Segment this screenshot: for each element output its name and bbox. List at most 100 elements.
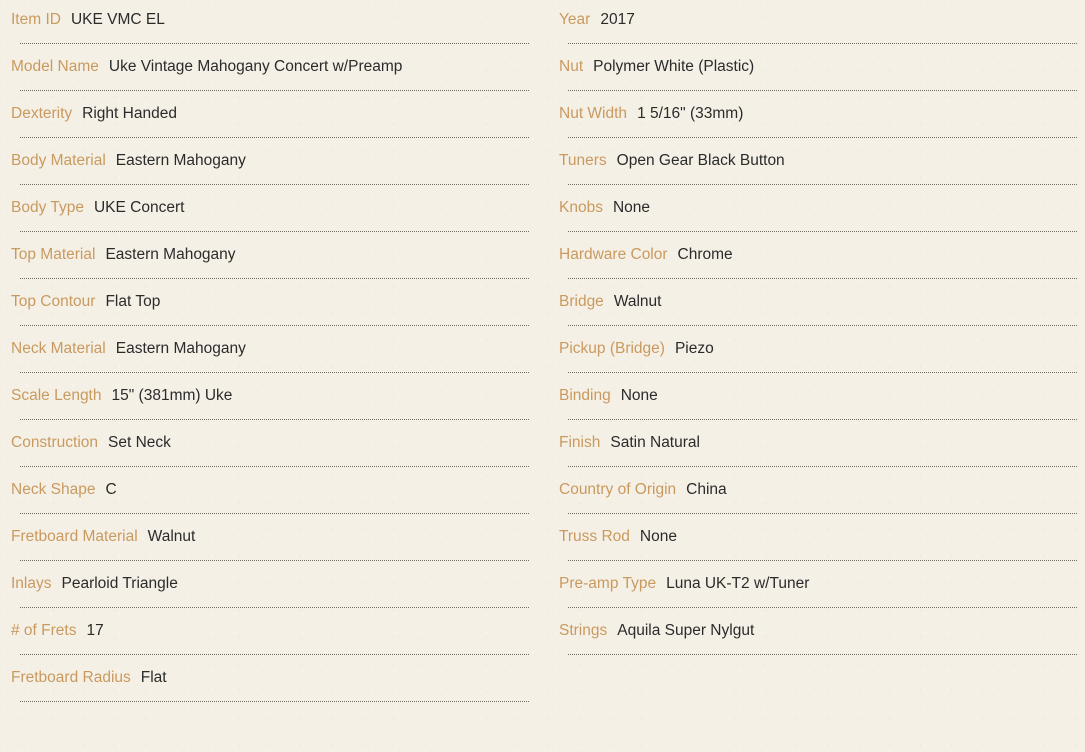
- spec-label: Dexterity: [11, 105, 73, 122]
- spec-divider: [20, 466, 529, 467]
- spec-value: Open Gear Black Button: [616, 152, 785, 169]
- spec-label: Fretboard Material: [11, 528, 138, 545]
- spec-value: Flat Top: [105, 293, 161, 310]
- spec-row: Strings Aquila Super Nylgut: [559, 611, 1077, 658]
- spec-divider: [568, 654, 1077, 655]
- spec-line: Inlays Pearloid Triangle: [11, 574, 178, 594]
- spec-line: Truss Rod None: [559, 527, 677, 547]
- spec-label: Scale Length: [11, 387, 102, 404]
- spec-value: 17: [86, 622, 104, 639]
- spec-value: 15" (381mm) Uke: [111, 387, 233, 404]
- spec-line: Body Material Eastern Mahogany: [11, 151, 246, 171]
- spec-value: Piezo: [674, 340, 714, 357]
- spec-line: Year 2017: [559, 10, 635, 30]
- spec-value: 2017: [600, 11, 635, 28]
- spec-divider: [568, 184, 1077, 185]
- spec-line: Hardware Color Chrome: [559, 245, 733, 265]
- spec-divider: [568, 419, 1077, 420]
- spec-value: None: [620, 387, 658, 404]
- spec-label: Construction: [11, 434, 99, 451]
- spec-divider: [568, 325, 1077, 326]
- spec-line: Strings Aquila Super Nylgut: [559, 621, 754, 641]
- spec-line: Nut Polymer White (Plastic): [559, 57, 754, 77]
- spec-label: Top Contour: [11, 293, 96, 310]
- spec-value: China: [686, 481, 727, 498]
- spec-row: Construction Set Neck: [11, 423, 529, 470]
- spec-label: Bridge: [559, 293, 604, 310]
- spec-divider: [20, 654, 529, 655]
- spec-value: Uke Vintage Mahogany Concert w/Preamp: [108, 58, 403, 75]
- spec-label: Model Name: [11, 58, 99, 75]
- spec-line: Neck Shape C: [11, 480, 117, 500]
- specs-left-column: Item ID UKE VMC EL Model Name Uke Vintage M…: [11, 0, 529, 705]
- spec-divider: [20, 372, 529, 373]
- spec-label: Neck Material: [11, 340, 106, 357]
- spec-label: Top Material: [11, 246, 96, 263]
- spec-divider: [20, 137, 529, 138]
- spec-line: Finish Satin Natural: [559, 433, 700, 453]
- spec-line: Scale Length 15" (381mm) Uke: [11, 386, 232, 406]
- spec-row: Top Contour Flat Top: [11, 282, 529, 329]
- spec-row: Nut Polymer White (Plastic): [559, 47, 1077, 94]
- spec-divider: [568, 137, 1077, 138]
- spec-row: Knobs None: [559, 188, 1077, 235]
- spec-value: Right Handed: [82, 105, 177, 122]
- spec-row: Neck Material Eastern Mahogany: [11, 329, 529, 376]
- spec-row: Bridge Walnut: [559, 282, 1077, 329]
- spec-row: Hardware Color Chrome: [559, 235, 1077, 282]
- spec-row: Inlays Pearloid Triangle: [11, 564, 529, 611]
- spec-line: Dexterity Right Handed: [11, 104, 177, 124]
- spec-divider: [20, 184, 529, 185]
- spec-label: Nut Width: [559, 105, 628, 122]
- spec-line: Fretboard Radius Flat: [11, 668, 167, 688]
- spec-label: Knobs: [559, 199, 603, 216]
- spec-value: None: [612, 199, 651, 216]
- spec-line: Nut Width 1 5/16" (33mm): [559, 104, 743, 124]
- spec-label: # of Frets: [11, 622, 77, 639]
- spec-line: Country of Origin China: [559, 480, 727, 500]
- product-specifications: Item ID UKE VMC EL Model Name Uke Vintage M…: [0, 0, 1085, 752]
- spec-divider: [568, 90, 1077, 91]
- spec-line: Fretboard Material Walnut: [11, 527, 195, 547]
- spec-row: Fretboard Material Walnut: [11, 517, 529, 564]
- spec-value: Eastern Mahogany: [115, 152, 246, 169]
- spec-line: Top Contour Flat Top: [11, 292, 160, 312]
- spec-label: Binding: [559, 387, 611, 404]
- spec-line: Tuners Open Gear Black Button: [559, 151, 785, 171]
- spec-row: Year 2017: [559, 0, 1077, 47]
- spec-row: Binding None: [559, 376, 1077, 423]
- spec-row: Body Material Eastern Mahogany: [11, 141, 529, 188]
- spec-value: Luna UK-T2 w/Tuner: [666, 575, 810, 592]
- spec-divider: [20, 419, 529, 420]
- spec-divider: [568, 43, 1077, 44]
- specs-right-column: Year 2017 Nut Polymer White (Plastic) Nut Wi…: [559, 0, 1077, 658]
- spec-value: Flat: [140, 669, 167, 686]
- spec-value: Walnut: [613, 293, 662, 310]
- spec-line: Model Name Uke Vintage Mahogany Concert w…: [11, 57, 402, 77]
- spec-divider: [20, 231, 529, 232]
- spec-row: Item ID UKE VMC EL: [11, 0, 529, 47]
- spec-divider: [568, 560, 1077, 561]
- spec-divider: [20, 90, 529, 91]
- spec-row: Pre-amp Type Luna UK-T2 w/Tuner: [559, 564, 1077, 611]
- spec-label: Truss Rod: [559, 528, 630, 545]
- spec-row: Finish Satin Natural: [559, 423, 1077, 470]
- spec-divider: [20, 278, 529, 279]
- spec-label: Fretboard Radius: [11, 669, 131, 686]
- spec-value: UKE Concert: [93, 199, 185, 216]
- spec-label: Body Material: [11, 152, 106, 169]
- spec-value: Pearloid Triangle: [61, 575, 178, 592]
- spec-value: Aquila Super Nylgut: [617, 622, 755, 639]
- spec-line: Bridge Walnut: [559, 292, 661, 312]
- spec-row: Model Name Uke Vintage Mahogany Concert w…: [11, 47, 529, 94]
- spec-label: Strings: [559, 622, 608, 639]
- spec-divider: [568, 372, 1077, 373]
- spec-row: Tuners Open Gear Black Button: [559, 141, 1077, 188]
- spec-row: Neck Shape C: [11, 470, 529, 517]
- spec-line: Neck Material Eastern Mahogany: [11, 339, 246, 359]
- spec-line: # of Frets 17: [11, 621, 104, 641]
- spec-divider: [568, 278, 1077, 279]
- spec-value: None: [639, 528, 677, 545]
- spec-divider: [568, 513, 1077, 514]
- spec-label: Country of Origin: [559, 481, 677, 498]
